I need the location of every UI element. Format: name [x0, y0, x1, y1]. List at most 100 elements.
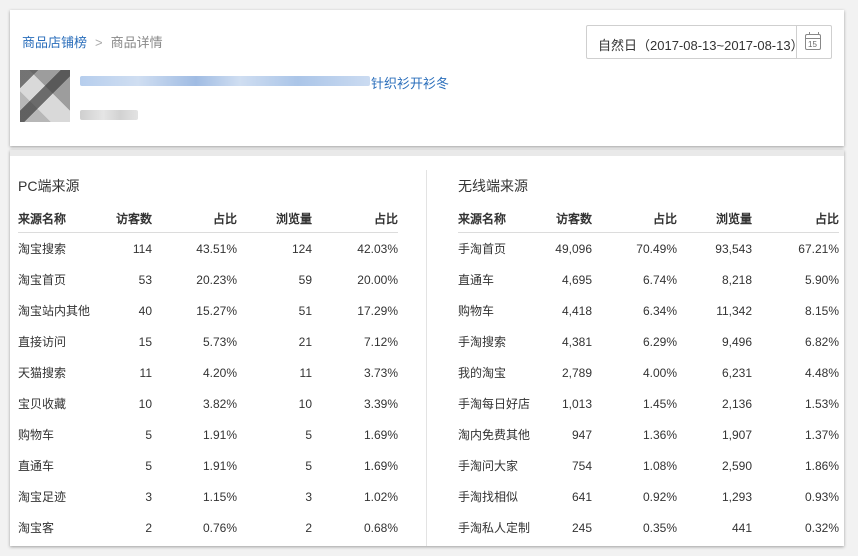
cell-source-name: 天猫搜索: [18, 366, 67, 380]
cell-pageview-share: 1.02%: [363, 489, 398, 504]
cell-source-name: 淘宝足迹: [18, 490, 67, 504]
cell-pageview-share: 0.93%: [804, 489, 839, 504]
mobile-source-table: 来源名称 访客数 占比 浏览量 占比 手淘首页 49,096 70.49% 93,543 67.…: [458, 204, 839, 543]
cell-source-name: 直通车: [458, 273, 495, 287]
cell-visitors: 11: [139, 365, 152, 380]
cell-pageviews: 5: [305, 427, 312, 442]
pc-source-table: 来源名称 访客数 占比 浏览量 占比 淘宝搜索 114 43.51% 124 42.03% 淘宝首…: [18, 204, 398, 543]
cell-pageview-share: 5.90%: [804, 272, 839, 287]
column-header-visitor-share: 占比: [152, 204, 237, 233]
cell-visitor-share: 6.29%: [642, 334, 677, 349]
cell-pageviews: 1,293: [721, 489, 752, 504]
cell-visitors: 49,096: [555, 241, 592, 256]
table-row: 淘宝站内其他 40 15.27% 51 17.29%: [18, 295, 398, 326]
panel-divider: [426, 170, 427, 546]
cell-source-name: 手淘私人定制: [458, 521, 531, 535]
cell-pageview-share: 1.69%: [363, 458, 398, 473]
table-row: 淘宝客 2 0.76% 2 0.68%: [18, 512, 398, 543]
cell-pageviews: 9,496: [721, 334, 752, 349]
table-row: 直通车 5 1.91% 5 1.69%: [18, 450, 398, 481]
cell-pageview-share: 3.39%: [363, 396, 398, 411]
cell-source-name: 购物车: [18, 428, 55, 442]
cell-visitors: 3: [145, 489, 152, 504]
table-row: 手淘搜索 4,381 6.29% 9,496 6.82%: [458, 326, 839, 357]
cell-visitor-share: 0.76%: [202, 520, 237, 535]
cell-pageview-share: 0.68%: [363, 520, 398, 535]
product-meta-blurred: [80, 110, 138, 120]
cell-pageview-share: 1.69%: [363, 427, 398, 442]
cell-visitors: 114: [132, 241, 152, 256]
cell-pageview-share: 20.00%: [357, 272, 398, 287]
cell-source-name: 手淘搜索: [458, 335, 507, 349]
cell-visitor-share: 20.23%: [196, 272, 237, 287]
cell-pageviews: 5: [305, 458, 312, 473]
cell-pageview-share: 67.21%: [798, 241, 839, 256]
cell-visitor-share: 6.74%: [642, 272, 677, 287]
column-header-pageview-share: 占比: [312, 204, 398, 233]
mobile-source-title: 无线端来源: [458, 178, 528, 194]
product-title-blurred[interactable]: [80, 76, 370, 86]
product-thumbnail[interactable]: [20, 70, 70, 122]
table-row: 直接访问 15 5.73% 21 7.12%: [18, 326, 398, 357]
cell-source-name: 手淘问大家: [458, 459, 519, 473]
table-row: 宝贝收藏 10 3.82% 10 3.39%: [18, 388, 398, 419]
calendar-icon[interactable]: 15: [805, 32, 821, 50]
calendar-day-number: 15: [808, 40, 817, 49]
cell-visitor-share: 1.91%: [202, 427, 237, 442]
cell-source-name: 直通车: [18, 459, 55, 473]
column-header-source-name: 来源名称: [458, 204, 543, 233]
cell-pageview-share: 7.12%: [363, 334, 398, 349]
cell-visitors: 245: [571, 520, 592, 535]
cell-source-name: 淘宝首页: [18, 273, 67, 287]
cell-visitors: 53: [138, 272, 152, 287]
column-header-source-name: 来源名称: [18, 204, 100, 233]
cell-pageviews: 11: [299, 365, 312, 380]
cell-pageviews: 6,231: [721, 365, 752, 380]
cell-visitor-share: 1.08%: [642, 458, 677, 473]
cell-pageviews: 51: [298, 303, 312, 318]
column-header-visitors: 访客数: [100, 204, 152, 233]
cell-source-name: 直接访问: [18, 335, 67, 349]
cell-source-name: 淘宝站内其他: [18, 304, 91, 318]
cell-source-name: 手淘首页: [458, 242, 507, 256]
column-header-visitors: 访客数: [543, 204, 592, 233]
column-header-pageview-share: 占比: [752, 204, 839, 233]
cell-visitors: 5: [145, 458, 152, 473]
cell-source-name: 购物车: [458, 304, 495, 318]
cell-visitor-share: 43.51%: [196, 241, 237, 256]
pc-source-title: PC端来源: [18, 178, 80, 194]
cell-visitor-share: 3.82%: [202, 396, 237, 411]
cell-pageviews: 2,590: [721, 458, 752, 473]
table-row: 购物车 4,418 6.34% 11,342 8.15%: [458, 295, 839, 326]
cell-pageview-share: 4.48%: [804, 365, 839, 380]
cell-pageviews: 11,342: [716, 303, 752, 318]
cell-visitors: 4,418: [561, 303, 592, 318]
cell-pageview-share: 6.82%: [804, 334, 839, 349]
table-row: 手淘首页 49,096 70.49% 93,543 67.21%: [458, 233, 839, 265]
cell-pageview-share: 1.37%: [804, 427, 839, 442]
cell-source-name: 淘内免费其他: [458, 428, 531, 442]
product-title-suffix[interactable]: 针织衫开衫冬: [371, 73, 449, 92]
table-row: 我的淘宝 2,789 4.00% 6,231 4.48%: [458, 357, 839, 388]
cell-visitors: 754: [571, 458, 592, 473]
cell-pageviews: 93,543: [715, 241, 752, 256]
table-row: 直通车 4,695 6.74% 8,218 5.90%: [458, 264, 839, 295]
cell-visitor-share: 0.35%: [642, 520, 677, 535]
cell-source-name: 淘宝客: [18, 521, 55, 535]
date-range-picker[interactable]: 自然日（2017-08-13~2017-08-13） 15: [586, 25, 832, 59]
breadcrumb-link-shop-rank[interactable]: 商品店铺榜: [22, 35, 87, 50]
table-row: 手淘问大家 754 1.08% 2,590 1.86%: [458, 450, 839, 481]
cell-source-name: 我的淘宝: [458, 366, 507, 380]
cell-pageviews: 1,907: [721, 427, 752, 442]
cell-visitors: 15: [138, 334, 152, 349]
cell-visitors: 5: [145, 427, 152, 442]
cell-visitors: 641: [571, 489, 592, 504]
cell-source-name: 淘宝搜索: [18, 242, 67, 256]
cell-pageview-share: 3.73%: [363, 365, 398, 380]
card-top-band: [10, 150, 844, 156]
breadcrumb-separator: >: [95, 35, 103, 50]
cell-visitor-share: 4.20%: [202, 365, 237, 380]
table-row: 手淘每日好店 1,013 1.45% 2,136 1.53%: [458, 388, 839, 419]
cell-visitor-share: 15.27%: [196, 303, 237, 318]
table-row: 天猫搜索 11 4.20% 11 3.73%: [18, 357, 398, 388]
